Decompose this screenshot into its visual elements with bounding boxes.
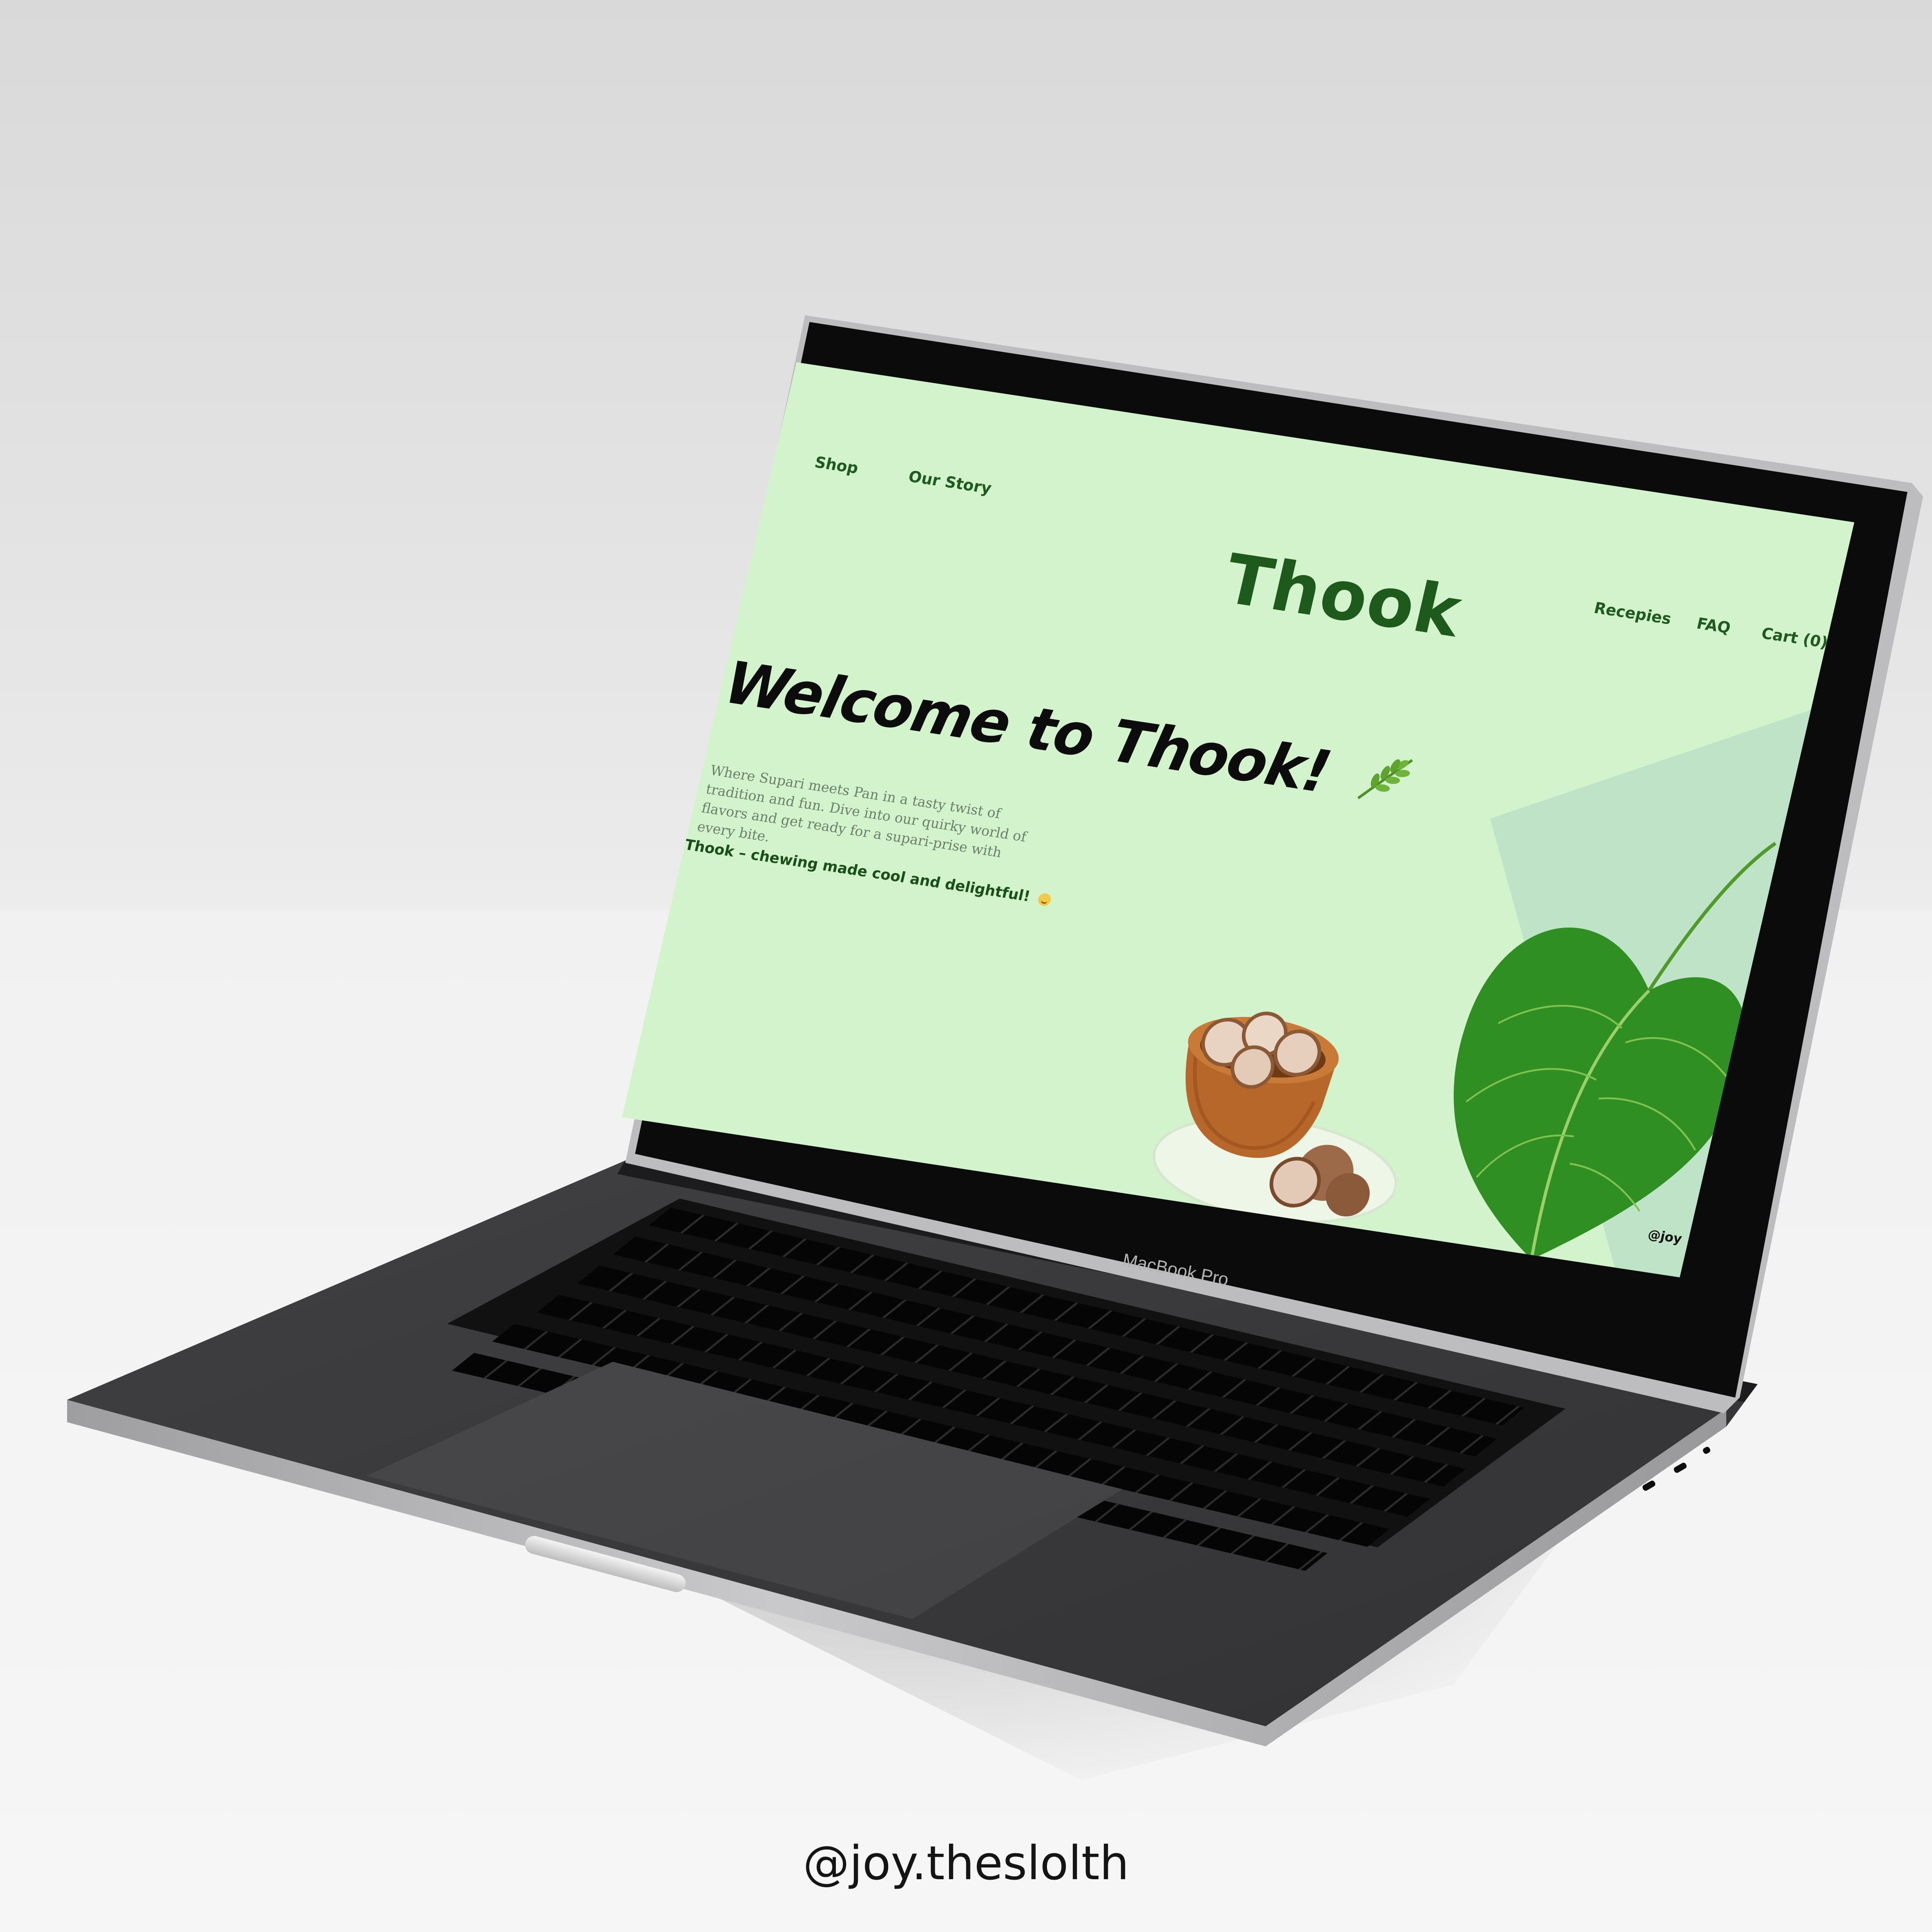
caption-handle: @joy.theslolth bbox=[803, 1836, 1129, 1890]
headphone-jack bbox=[1702, 1445, 1712, 1455]
betel-nut-bowl-image bbox=[1152, 1012, 1398, 1224]
nav-faq-link[interactable]: FAQ bbox=[1695, 614, 1733, 637]
brand-logo[interactable]: Thook bbox=[1217, 539, 1469, 652]
nav-recipes-link[interactable]: Recepies bbox=[1592, 599, 1673, 628]
usb-c-port bbox=[1673, 1462, 1688, 1474]
hero-heading: Welcome to Thook! bbox=[719, 362, 1854, 806]
laptop-mockup-scene: Shop Our Story Thook Recepies FAQ Cart (… bbox=[0, 0, 1932, 1932]
smiling-face-icon bbox=[1037, 892, 1052, 907]
website-screen: Shop Our Story Thook Recepies FAQ Cart (… bbox=[622, 362, 1855, 1278]
nav-shop-link[interactable]: Shop bbox=[813, 453, 860, 478]
nav-our-story-link[interactable]: Our Story bbox=[907, 467, 993, 498]
nav-cart-link[interactable]: Cart (0) bbox=[1760, 624, 1830, 652]
herb-leaf-icon bbox=[1350, 748, 1419, 823]
